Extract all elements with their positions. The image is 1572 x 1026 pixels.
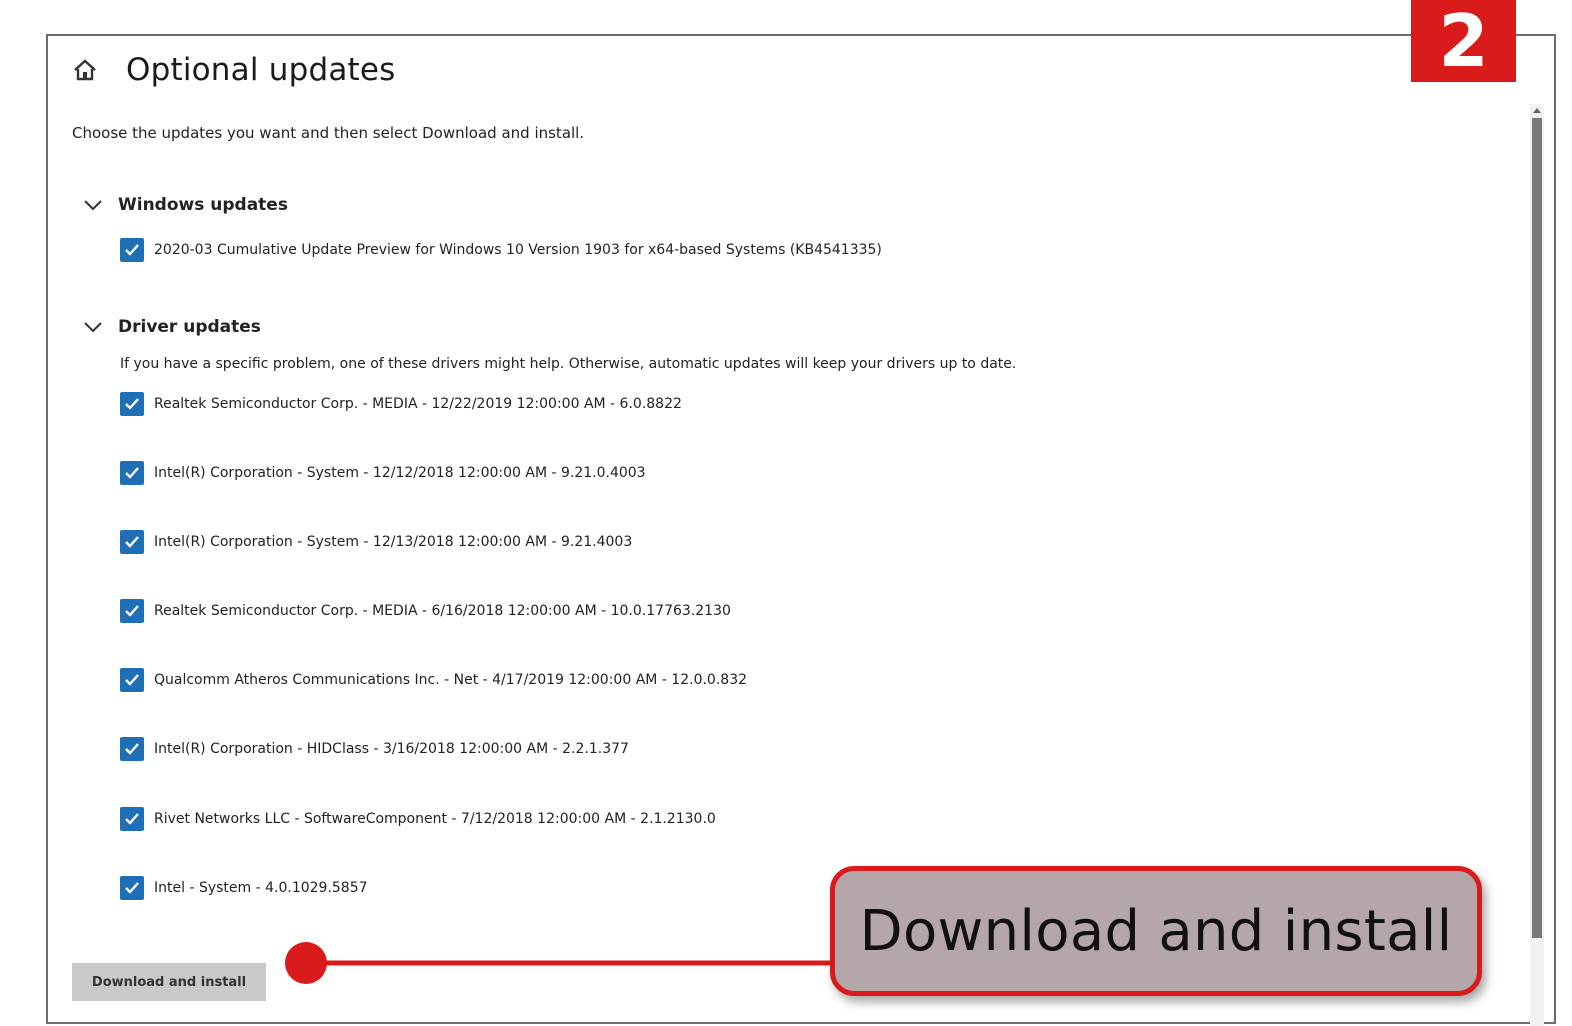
driver-update-item[interactable]: Realtek Semiconductor Corp. - MEDIA - 12… xyxy=(120,392,682,416)
checkbox-checked[interactable] xyxy=(120,392,144,416)
scroll-up-arrow-icon[interactable] xyxy=(1530,104,1544,116)
driver-label: Realtek Semiconductor Corp. - MEDIA - 12… xyxy=(154,396,682,412)
windows-update-item[interactable]: 2020-03 Cumulative Update Preview for Wi… xyxy=(120,238,882,262)
driver-updates-header[interactable]: Driver updates xyxy=(82,316,261,338)
step-number-badge: 2 xyxy=(1411,0,1516,82)
checkbox-checked[interactable] xyxy=(120,461,144,485)
driver-update-item[interactable]: Intel(R) Corporation - System - 12/13/20… xyxy=(120,530,632,554)
download-and-install-button[interactable]: Download and install xyxy=(72,963,266,1001)
update-label: 2020-03 Cumulative Update Preview for Wi… xyxy=(154,242,882,258)
driver-label: Intel(R) Corporation - System - 12/12/20… xyxy=(154,465,646,481)
checkbox-checked[interactable] xyxy=(120,807,144,831)
driver-update-item[interactable]: Intel - System - 4.0.1029.5857 xyxy=(120,876,368,900)
checkbox-checked[interactable] xyxy=(120,737,144,761)
page-title: Optional updates xyxy=(126,52,396,88)
checkbox-checked[interactable] xyxy=(120,530,144,554)
callout-text: Download and install xyxy=(859,898,1453,964)
driver-update-item[interactable]: Qualcomm Atheros Communications Inc. - N… xyxy=(120,668,747,692)
checkbox-checked[interactable] xyxy=(120,876,144,900)
title-row: Optional updates xyxy=(70,50,396,90)
scrollbar-thumb[interactable] xyxy=(1532,118,1542,938)
chevron-down-icon[interactable] xyxy=(82,316,104,338)
chevron-down-icon[interactable] xyxy=(82,194,104,216)
home-icon[interactable] xyxy=(70,55,100,85)
driver-updates-note: If you have a specific problem, one of t… xyxy=(120,356,1017,372)
download-callout-bubble: Download and install xyxy=(830,866,1482,996)
intro-text: Choose the updates you want and then sel… xyxy=(72,124,585,142)
driver-label: Rivet Networks LLC - SoftwareComponent -… xyxy=(154,811,716,827)
driver-update-item[interactable]: Intel(R) Corporation - HIDClass - 3/16/2… xyxy=(120,737,629,761)
checkbox-checked[interactable] xyxy=(120,238,144,262)
checkbox-checked[interactable] xyxy=(120,668,144,692)
scrollbar[interactable] xyxy=(1530,104,1544,1026)
driver-update-item[interactable]: Rivet Networks LLC - SoftwareComponent -… xyxy=(120,807,716,831)
driver-label: Intel - System - 4.0.1029.5857 xyxy=(154,880,368,896)
driver-label: Intel(R) Corporation - HIDClass - 3/16/2… xyxy=(154,741,629,757)
driver-label: Realtek Semiconductor Corp. - MEDIA - 6/… xyxy=(154,603,731,619)
checkbox-checked[interactable] xyxy=(120,599,144,623)
driver-label: Intel(R) Corporation - System - 12/13/20… xyxy=(154,534,633,550)
driver-update-item[interactable]: Intel(R) Corporation - System - 12/12/20… xyxy=(120,461,646,485)
driver-update-item[interactable]: Realtek Semiconductor Corp. - MEDIA - 6/… xyxy=(120,599,731,623)
windows-updates-header[interactable]: Windows updates xyxy=(82,194,288,216)
driver-label: Qualcomm Atheros Communications Inc. - N… xyxy=(154,672,748,688)
driver-updates-heading: Driver updates xyxy=(118,317,261,337)
windows-updates-heading: Windows updates xyxy=(118,195,288,215)
